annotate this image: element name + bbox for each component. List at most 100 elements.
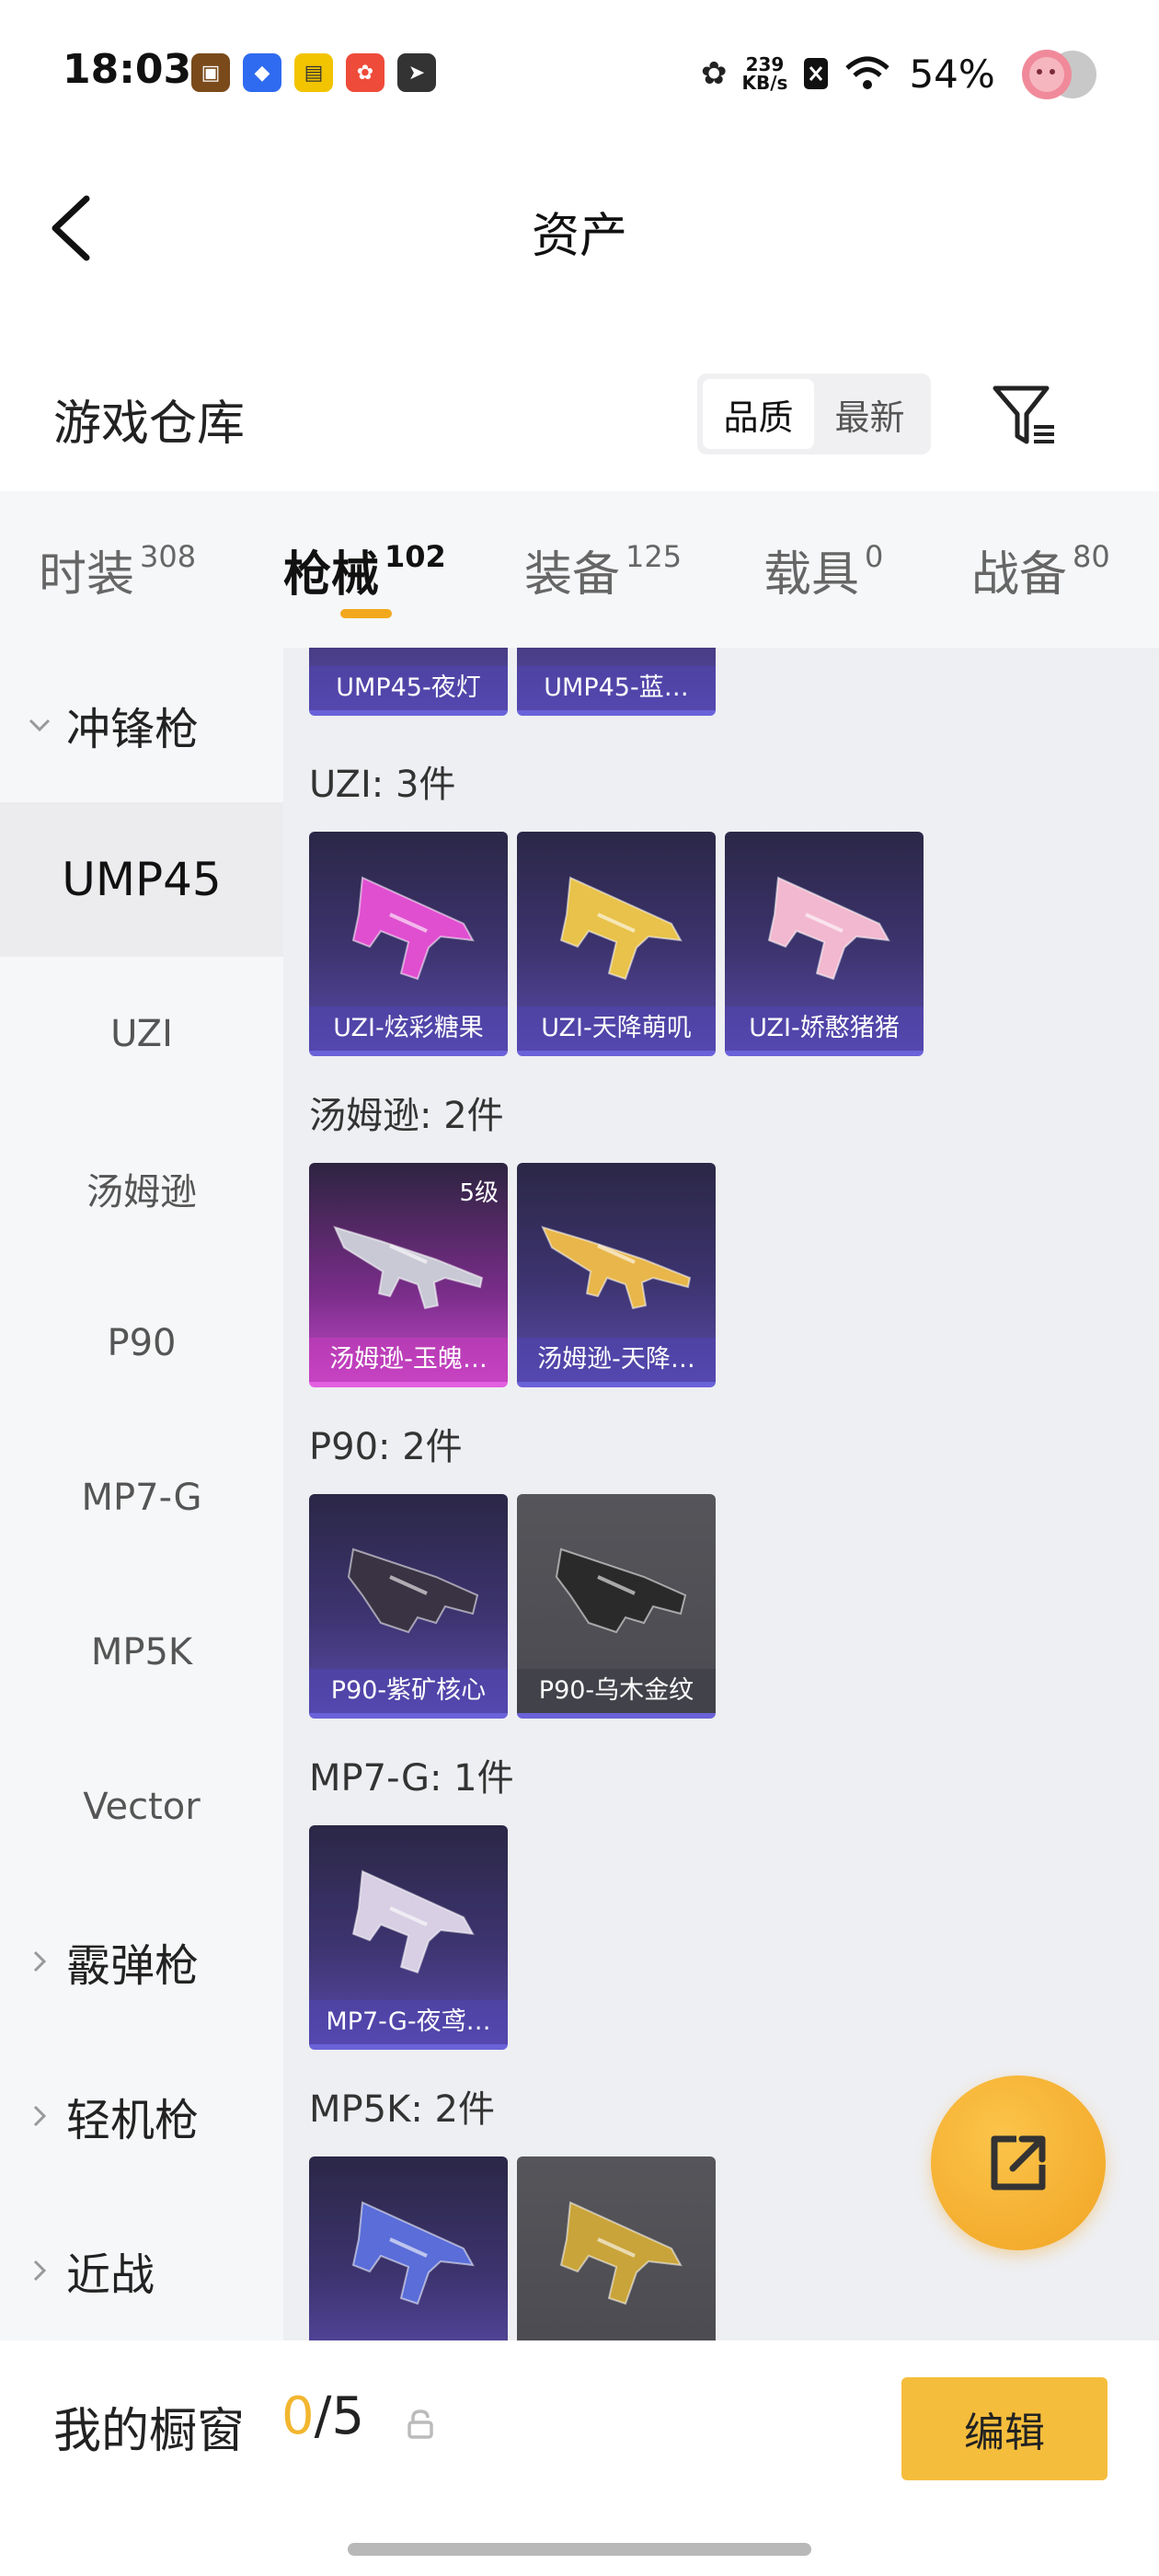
blue-app-icon: ◆ [243, 53, 281, 92]
gun-silhouette [767, 876, 890, 981]
sidebar-item-vector[interactable]: Vector [0, 1730, 283, 1884]
weapon-image [767, 876, 890, 981]
weapon-card-name: MP7-G-夜鸢… [309, 2000, 508, 2044]
tab-equipment[interactable]: 装备 125 [524, 535, 682, 604]
filter-icon[interactable] [990, 381, 1060, 451]
weapon-card[interactable]: 汤姆逊-天降… [517, 1163, 716, 1387]
edit-showcase-button[interactable]: 编辑 [901, 2377, 1107, 2480]
weapon-image [333, 1225, 484, 1310]
dark-app-icon: ➤ [397, 53, 436, 92]
tab-fashion[interactable]: 时装 308 [39, 535, 196, 604]
sidebar-item-thompson[interactable]: 汤姆逊 [0, 1111, 283, 1266]
notification-icons: ▣ ◆ ▤ ✿ ➤ [191, 53, 436, 92]
game-app-icon: ▣ [191, 53, 230, 92]
gun-silhouette [541, 1225, 692, 1310]
page-title: 资产 [531, 209, 627, 264]
weapon-card-name: UZI-娇憨猪猪 [725, 1006, 924, 1051]
sort-by-quality-button[interactable]: 品质 [703, 379, 814, 449]
weapon-card-name: P90-紫矿核心 [309, 1669, 508, 1713]
weapon-card-name: P90-乌木金纹 [517, 1669, 716, 1713]
weapon-card-name: UMP45-夜灯 [309, 666, 508, 710]
tab-firearms-count: 102 [384, 539, 446, 574]
tab-vehicles-label: 载具 [763, 547, 860, 603]
sidebar-item-mp7g[interactable]: MP7-G [0, 1420, 283, 1575]
weapon-card[interactable]: 5级 汤姆逊-玉魄… [309, 1163, 508, 1387]
weapon-card[interactable] [309, 2156, 508, 2340]
gun-silhouette [351, 876, 475, 981]
tab-firearms[interactable]: 枪械 102 [283, 535, 446, 604]
share-floating-button[interactable] [931, 2076, 1106, 2250]
flower-icon: ✿ [701, 55, 728, 92]
weapon-card[interactable]: UZI-娇憨猪猪 [725, 832, 924, 1056]
gun-silhouette [333, 1225, 484, 1310]
tab-vehicles[interactable]: 载具 0 [763, 535, 883, 604]
weapon-type-sidebar: 冲锋枪 UMP45 UZI 汤姆逊 P90 MP7-G MP5K Vector … [0, 648, 283, 2340]
chevron-right-icon [33, 2260, 47, 2282]
weapon-card-name: 汤姆逊-玉魄… [309, 1338, 508, 1382]
sort-by-latest-button[interactable]: 最新 [814, 379, 925, 449]
group-label: 汤姆逊: 2件 [309, 1095, 504, 1137]
sort-toggle: 品质 最新 [697, 374, 931, 454]
tab-firearms-label: 枪械 [283, 547, 380, 603]
weapon-image [559, 2201, 683, 2306]
sidebar-category-lmg[interactable]: 轻机枪 [0, 2039, 283, 2193]
sidebar-item-ump45[interactable]: UMP45 [0, 802, 283, 957]
gun-silhouette [555, 1547, 687, 1634]
sidebar-category-melee[interactable]: 近战 [0, 2193, 283, 2348]
yellow-app-icon: ▤ [294, 53, 333, 92]
group-label: P90: 2件 [309, 1426, 463, 1468]
net-speed: 239 KB/s [742, 55, 788, 92]
weapon-card[interactable]: UZI-天降萌叽 [517, 832, 716, 1056]
wifi-icon [845, 56, 890, 89]
showcase-bar: 我的橱窗 0/5 编辑 [0, 2340, 1159, 2576]
weapon-card[interactable]: P90-乌木金纹 [517, 1494, 716, 1719]
status-bar: 18:03 ▣ ◆ ▤ ✿ ➤ ✿ 239 KB/s 54% [0, 0, 1159, 138]
battery-percent: 54% [909, 51, 995, 97]
sidebar-item-p90[interactable]: P90 [0, 1266, 283, 1420]
weapon-card[interactable]: UZI-炫彩糖果 [309, 832, 508, 1056]
tab-vehicles-count: 0 [865, 539, 884, 574]
gun-silhouette [351, 1869, 475, 1974]
chevron-down-icon [29, 719, 51, 732]
weapon-image [559, 876, 683, 981]
weapon-card-name: UZI-炫彩糖果 [309, 1006, 508, 1051]
tab-fashion-count: 308 [140, 539, 197, 574]
weapon-image [351, 876, 475, 981]
weapon-card[interactable] [517, 2156, 716, 2340]
weapon-image [541, 1225, 692, 1310]
top-navigation: 资产 [0, 175, 1159, 276]
showcase-total-count: /5 [314, 2386, 365, 2446]
weapon-card-name: UMP45-蓝… [517, 666, 716, 710]
showcase-count: 0/5 [281, 2386, 364, 2446]
sidebar-item-uzi[interactable]: UZI [0, 957, 283, 1111]
sidebar-category-smg[interactable]: 冲锋枪 [0, 648, 283, 802]
sidebar-category-label: 轻机枪 [66, 2095, 200, 2146]
share-icon [991, 2135, 1046, 2191]
active-tab-indicator [340, 609, 392, 618]
weapon-image [351, 1869, 475, 1974]
gun-silhouette [351, 2201, 475, 2306]
warehouse-header: 游戏仓库 品质 最新 [0, 368, 1159, 469]
lock-icon [407, 2409, 433, 2439]
weapon-card[interactable]: UMP45-夜灯 [309, 648, 508, 716]
gun-silhouette [559, 2201, 683, 2306]
tab-supplies-label: 战备 [971, 547, 1068, 603]
tab-supplies[interactable]: 战备 80 [971, 535, 1110, 604]
status-time: 18:03 [63, 46, 192, 93]
weapon-image [347, 1547, 479, 1634]
chevron-right-icon [33, 1950, 47, 1972]
home-indicator [348, 2543, 811, 2556]
category-tabs: 时装 308 枪械 102 装备 125 载具 0 战备 80 [0, 491, 1159, 648]
sidebar-item-mp5k[interactable]: MP5K [0, 1575, 283, 1730]
weapon-card[interactable]: P90-紫矿核心 [309, 1494, 508, 1719]
weapon-card[interactable]: UMP45-蓝… [517, 648, 716, 716]
gun-silhouette [559, 876, 683, 981]
showcase-used-count: 0 [281, 2386, 315, 2446]
group-label: MP7-G: 1件 [309, 1757, 514, 1800]
tab-fashion-label: 时装 [39, 547, 135, 603]
red-app-icon: ✿ [346, 53, 384, 92]
net-speed-value: 239 [745, 53, 785, 75]
sidebar-category-shotgun[interactable]: 霰弹枪 [0, 1884, 283, 2039]
sidebar-category-label: 霰弹枪 [66, 1940, 200, 1992]
weapon-card[interactable]: MP7-G-夜鸢… [309, 1825, 508, 2050]
